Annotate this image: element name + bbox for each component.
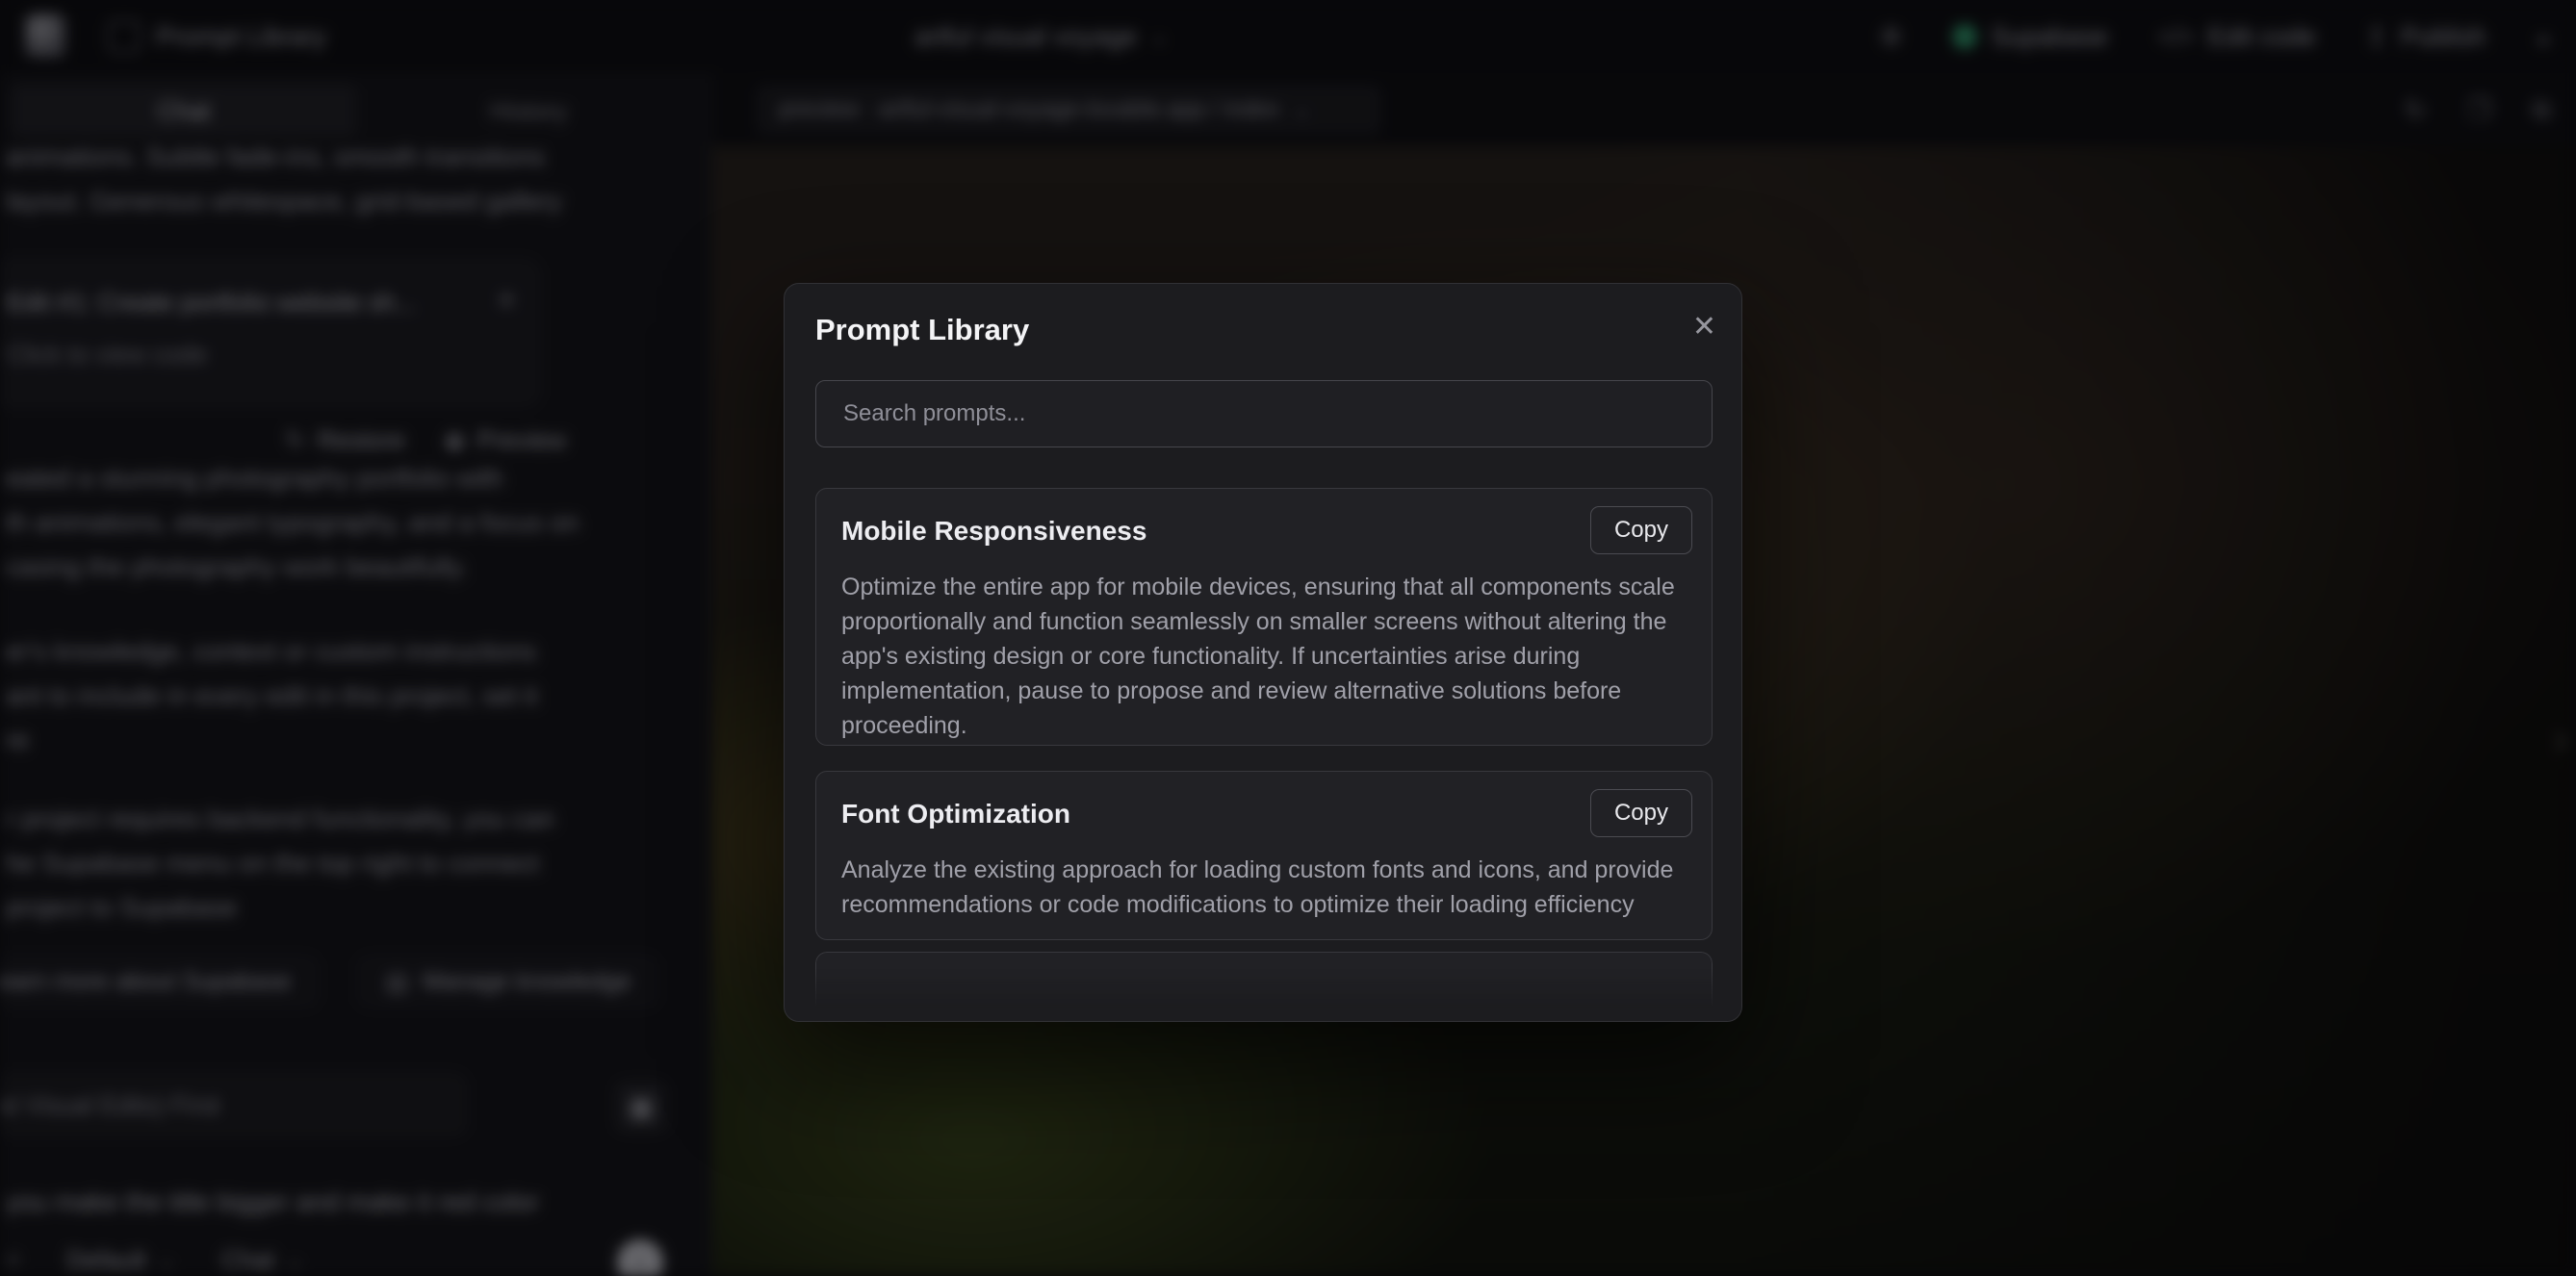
modal-title: Prompt Library	[815, 313, 1029, 347]
prompt-card: Mobile Responsiveness Copy Optimize the …	[815, 488, 1713, 746]
copy-button[interactable]: Copy	[1590, 789, 1692, 837]
prompt-card: Font Optimization Copy Analyze the exist…	[815, 771, 1713, 940]
prompt-card-partial	[815, 952, 1713, 1008]
prompt-description: Analyze the existing approach for loadin…	[841, 853, 1688, 922]
prompt-title: Mobile Responsiveness	[841, 516, 1146, 547]
prompt-title: Font Optimization	[841, 799, 1070, 829]
app-window: Prompt Library artful visual voyage ⌄ ⚙ …	[0, 0, 2576, 1276]
prompt-library-modal: Prompt Library ✕ Mobile Responsiveness C…	[784, 283, 1742, 1022]
prompt-description: Optimize the entire app for mobile devic…	[841, 570, 1688, 743]
copy-button[interactable]: Copy	[1590, 506, 1692, 554]
search-input[interactable]	[815, 380, 1713, 447]
close-icon[interactable]: ✕	[1692, 313, 1716, 342]
